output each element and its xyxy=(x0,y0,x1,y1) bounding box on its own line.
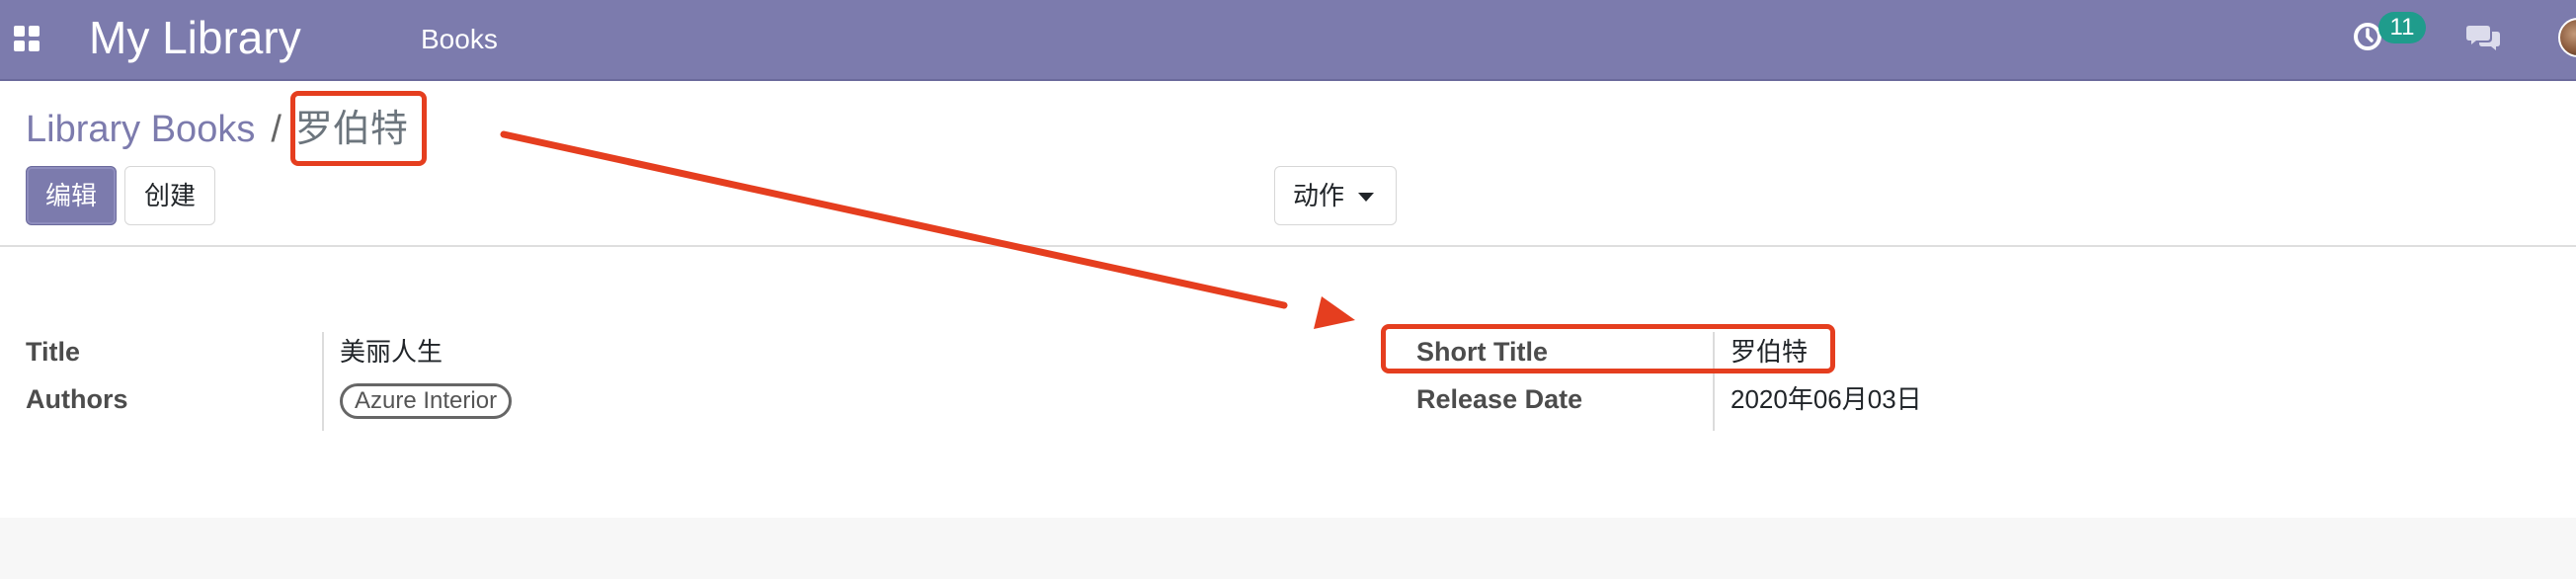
breadcrumb-separator: / xyxy=(271,109,282,150)
title-label: Title xyxy=(26,337,81,367)
menu-item-books[interactable]: Books xyxy=(421,22,498,57)
release-date-value: 2020年06月03日 xyxy=(1731,384,1922,414)
main-navbar: My Library Books 11 xyxy=(0,0,2576,81)
authors-label: Authors xyxy=(26,384,128,414)
title-value: 美丽人生 xyxy=(340,337,443,367)
user-avatar[interactable] xyxy=(2558,18,2576,57)
left-group-separator xyxy=(322,332,324,431)
breadcrumb-highlight-box xyxy=(290,91,427,166)
author-tag[interactable]: Azure Interior xyxy=(340,383,513,419)
caret-down-icon xyxy=(1358,193,1374,202)
create-button[interactable]: 创建 xyxy=(124,166,215,225)
apps-grid-icon[interactable] xyxy=(14,26,40,51)
release-date-label: Release Date xyxy=(1416,384,1583,414)
activity-count-badge: 11 xyxy=(2378,12,2426,43)
chat-bubbles-icon[interactable] xyxy=(2465,22,2501,53)
control-panel-divider xyxy=(0,245,2576,247)
short-title-highlight-box xyxy=(1381,324,1835,373)
page-footer-band xyxy=(0,518,2576,579)
app-title[interactable]: My Library xyxy=(89,10,301,65)
action-dropdown-button[interactable]: 动作 xyxy=(1274,166,1397,225)
annotation-arrow xyxy=(500,130,1355,329)
action-dropdown-label: 动作 xyxy=(1293,181,1345,210)
edit-button[interactable]: 编辑 xyxy=(26,166,117,225)
breadcrumb-parent-link[interactable]: Library Books xyxy=(26,109,255,150)
